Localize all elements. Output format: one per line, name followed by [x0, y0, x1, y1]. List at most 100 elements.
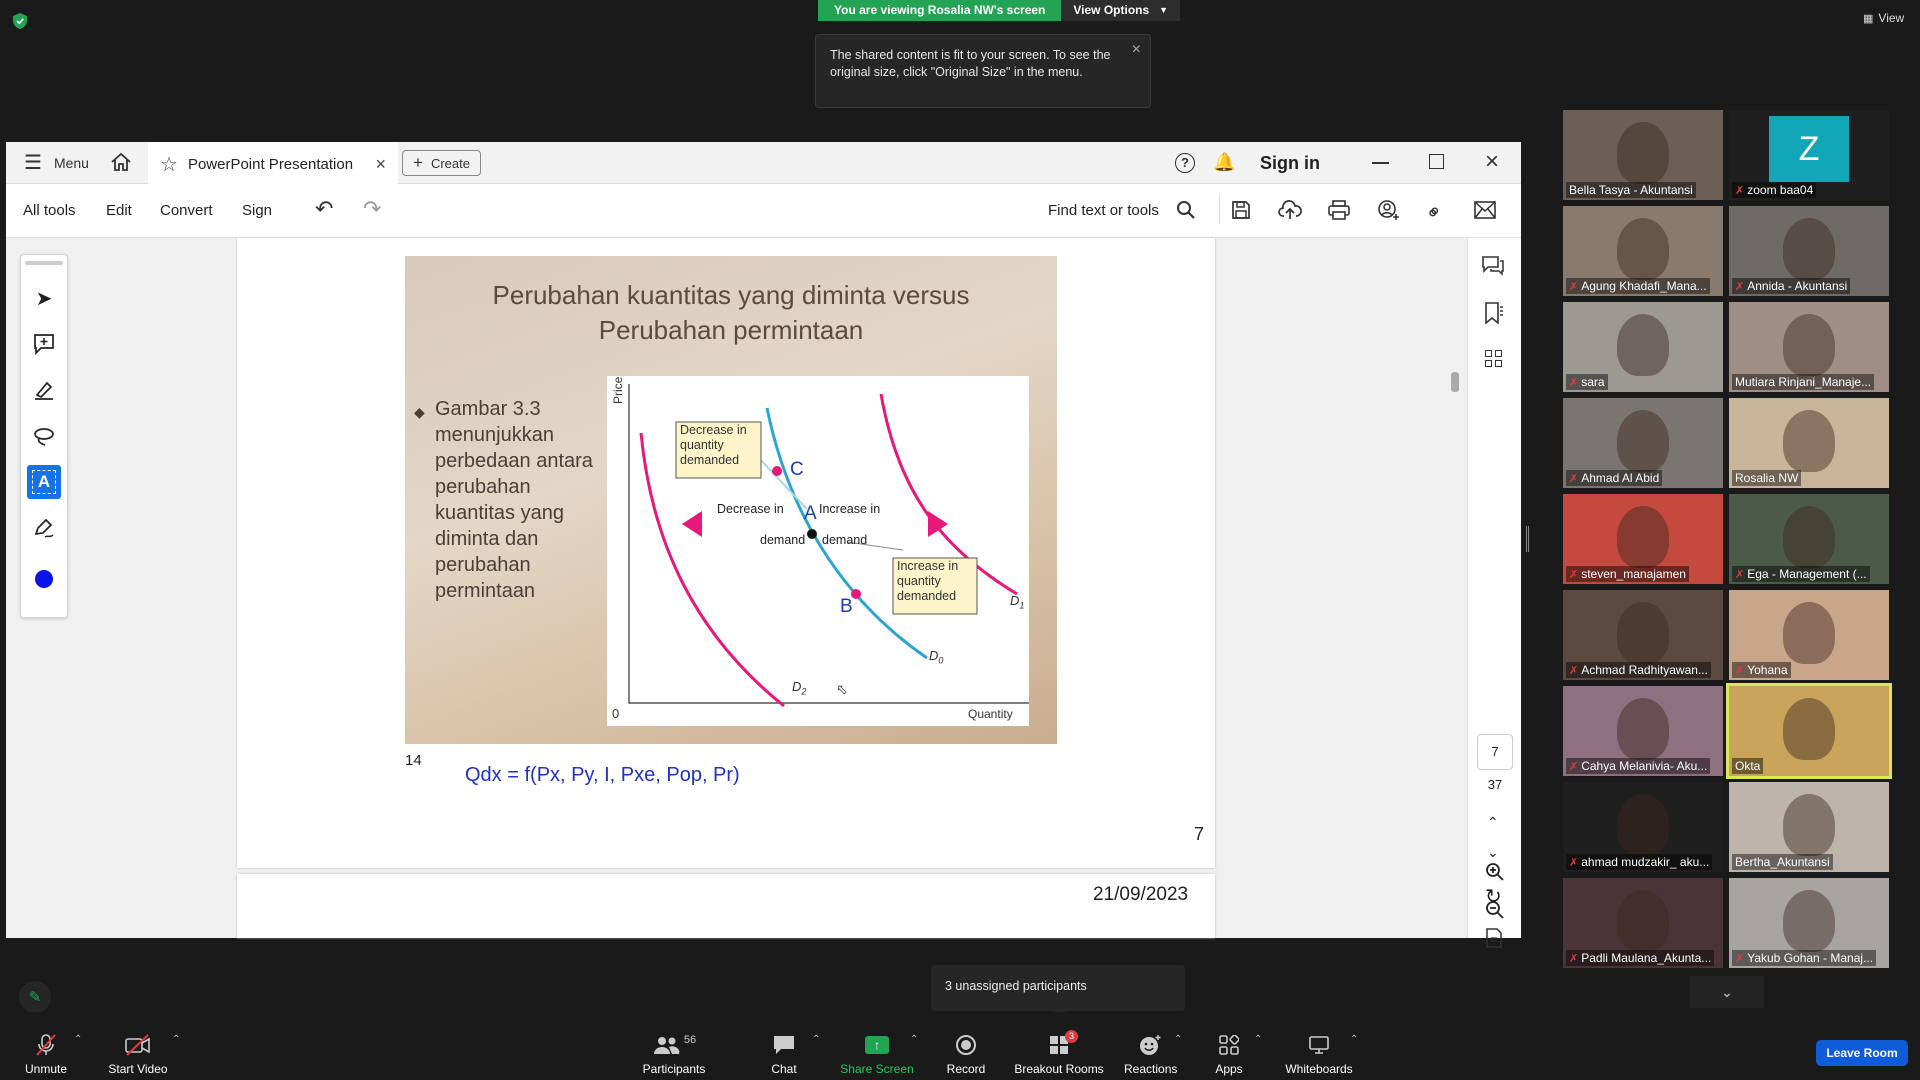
- participant-tile[interactable]: Bertha_Akuntansi: [1729, 782, 1889, 872]
- microphone-muted-icon: [20, 1032, 72, 1058]
- color-picker-icon[interactable]: [21, 551, 67, 607]
- comments-icon[interactable]: [1482, 256, 1504, 276]
- view-options-button[interactable]: View Options ▼: [1061, 0, 1181, 21]
- participant-tile[interactable]: ✗ Achmad Radhityawan...: [1563, 590, 1723, 680]
- breakout-rooms-button[interactable]: 3 Breakout Rooms: [1013, 1030, 1105, 1076]
- microphone-muted-icon: ✗: [1569, 761, 1579, 773]
- unmute-button[interactable]: Unmute: [20, 1032, 72, 1076]
- notification-bell-icon[interactable]: 🔔: [1213, 152, 1235, 173]
- participant-tile[interactable]: ✗ sara: [1563, 302, 1723, 392]
- record-button[interactable]: Record: [944, 1032, 988, 1076]
- search-icon[interactable]: [1176, 200, 1196, 220]
- participant-tile[interactable]: ✗ ahmad mudzakir_ aku...: [1563, 782, 1723, 872]
- close-window-icon[interactable]: ×: [1485, 148, 1499, 176]
- participant-tile[interactable]: Bella Tasya - Akuntansi: [1563, 110, 1723, 200]
- participant-tile[interactable]: ✗ steven_manajamen: [1563, 494, 1723, 584]
- participant-name: Rosalia NW: [1732, 470, 1802, 486]
- add-comment-icon[interactable]: [21, 321, 67, 367]
- apps-button[interactable]: Apps: [1208, 1032, 1250, 1076]
- participant-video: [1617, 218, 1669, 280]
- share-screen-button[interactable]: ↑ Share Screen: [838, 1032, 916, 1076]
- previous-page-chevron-icon[interactable]: ⌃: [1487, 814, 1499, 831]
- page-fit-icon[interactable]: [1485, 928, 1503, 948]
- whiteboards-button[interactable]: Whiteboards: [1282, 1032, 1356, 1076]
- participant-tile[interactable]: ✗ Annida - Akuntansi: [1729, 206, 1889, 296]
- all-tools-button[interactable]: All tools: [23, 202, 76, 219]
- reactions-caret-icon[interactable]: ⌃: [1174, 1034, 1182, 1045]
- zoom-out-icon[interactable]: [1485, 900, 1505, 920]
- highlight-pen-icon[interactable]: [21, 367, 67, 413]
- participants-icon: 56: [640, 1032, 708, 1058]
- participants-button[interactable]: 56 Participants: [640, 1032, 708, 1076]
- restore-icon[interactable]: [1429, 154, 1444, 169]
- vertical-scrollbar[interactable]: [1451, 372, 1459, 392]
- chat-button[interactable]: Chat: [763, 1032, 805, 1076]
- bookmark-icon[interactable]: [1484, 302, 1504, 324]
- participant-tile[interactable]: Okta: [1726, 683, 1892, 779]
- cloud-upload-icon[interactable]: [1278, 199, 1302, 221]
- sign-in-button[interactable]: Sign in: [1260, 153, 1320, 174]
- apps-caret-icon[interactable]: ⌃: [1254, 1034, 1262, 1045]
- email-icon[interactable]: [1474, 201, 1496, 219]
- whiteboards-caret-icon[interactable]: ⌃: [1350, 1034, 1358, 1045]
- drag-handle[interactable]: [25, 261, 63, 265]
- text-recognition-icon[interactable]: A: [21, 459, 67, 505]
- annotate-pencil-icon[interactable]: ✎: [19, 981, 51, 1013]
- undo-icon[interactable]: ↶: [315, 196, 333, 222]
- view-button[interactable]: ▦ View: [1863, 11, 1904, 25]
- select-arrow-icon[interactable]: ➤: [21, 275, 67, 321]
- participant-tile[interactable]: ✗ Ega - Management (...: [1729, 494, 1889, 584]
- lasso-draw-icon[interactable]: [21, 413, 67, 459]
- unassigned-participants-popup[interactable]: 3 unassigned participants: [931, 965, 1185, 1011]
- chat-options-caret-icon[interactable]: ⌃: [812, 1034, 820, 1045]
- next-page-chevron-icon[interactable]: ⌄: [1487, 844, 1499, 861]
- audio-options-caret-icon[interactable]: ⌃: [74, 1034, 82, 1045]
- participant-tile[interactable]: Rosalia NW: [1729, 398, 1889, 488]
- close-tab-icon[interactable]: ×: [375, 154, 386, 175]
- camera-off-icon: [106, 1032, 170, 1058]
- participant-tile[interactable]: ✗ Ahmad Al Abid: [1563, 398, 1723, 488]
- zoom-in-icon[interactable]: [1485, 862, 1505, 882]
- scroll-down-chevron-icon[interactable]: ⌄: [1690, 976, 1764, 1008]
- redo-icon[interactable]: ↷: [363, 196, 381, 222]
- document-tab[interactable]: ☆ PowerPoint Presentation ×: [148, 142, 398, 184]
- participant-tile[interactable]: ✗ Agung Khadafi_Mana...: [1563, 206, 1723, 296]
- convert-button[interactable]: Convert: [160, 202, 213, 219]
- share-options-caret-icon[interactable]: ⌃: [910, 1034, 918, 1045]
- leave-room-button[interactable]: Leave Room: [1816, 1040, 1908, 1066]
- document-viewport[interactable]: Perubahan kuantitas yang diminta versus …: [6, 238, 1467, 938]
- edit-button[interactable]: Edit: [106, 202, 132, 219]
- participant-tile[interactable]: Mutiara Rinjani_Manaje...: [1729, 302, 1889, 392]
- security-shield-icon[interactable]: [13, 13, 27, 29]
- reactions-button[interactable]: Reactions: [1124, 1032, 1177, 1076]
- find-text-or-tools-button[interactable]: Find text or tools: [1048, 202, 1159, 219]
- help-icon[interactable]: ?: [1175, 153, 1195, 173]
- participant-tile[interactable]: Z ✗ zoom baa04: [1729, 110, 1889, 200]
- link-icon[interactable]: ⚭: [1420, 198, 1450, 228]
- signature-pen-icon[interactable]: [21, 505, 67, 551]
- minimize-icon[interactable]: [1372, 162, 1389, 164]
- participant-tile[interactable]: ✗ Padli Maulana_Akunta...: [1563, 878, 1723, 968]
- sign-button[interactable]: Sign: [242, 202, 272, 219]
- create-button[interactable]: + Create: [402, 150, 481, 176]
- video-options-caret-icon[interactable]: ⌃: [172, 1034, 180, 1045]
- close-icon[interactable]: ×: [1132, 41, 1141, 58]
- shared-acrobat-window: ☰ Menu ☆ PowerPoint Presentation × + Cre…: [6, 142, 1521, 948]
- share-people-icon[interactable]: [1377, 199, 1401, 221]
- microphone-muted-icon: ✗: [1569, 377, 1579, 389]
- participant-tile[interactable]: ✗ Yohana: [1729, 590, 1889, 680]
- participant-name: Mutiara Rinjani_Manaje...: [1732, 374, 1875, 390]
- print-icon[interactable]: [1328, 200, 1350, 220]
- save-icon[interactable]: [1231, 200, 1251, 220]
- menu-button[interactable]: ☰ Menu: [24, 153, 89, 173]
- star-icon[interactable]: ☆: [160, 152, 178, 177]
- start-video-button[interactable]: Start Video: [106, 1032, 170, 1076]
- participant-name: Okta: [1732, 758, 1764, 774]
- participant-tile[interactable]: ✗ Cahya Melanivia- Aku...: [1563, 686, 1723, 776]
- thumbnails-icon[interactable]: [1485, 350, 1502, 367]
- current-page-input[interactable]: 7: [1477, 734, 1513, 770]
- panel-splitter-handle[interactable]: [1526, 526, 1529, 552]
- home-icon[interactable]: [110, 152, 132, 172]
- participant-tile[interactable]: ✗ Yakub Gohan - Manaj...: [1729, 878, 1889, 968]
- share-screen-icon: ↑: [838, 1032, 916, 1058]
